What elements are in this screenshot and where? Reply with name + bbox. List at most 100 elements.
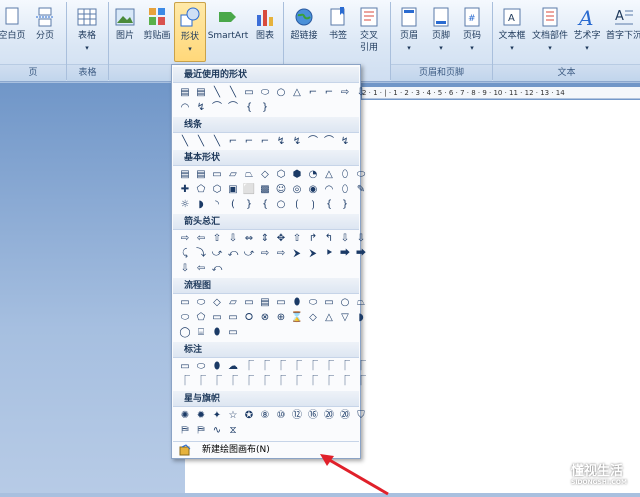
shape-item[interactable]: ⇔ (242, 232, 256, 246)
shape-item[interactable]: ⇨ (178, 232, 192, 246)
shape-item[interactable]: ✪ (242, 409, 256, 423)
shape-item[interactable]: ⇦ (194, 232, 208, 246)
shape-item[interactable]: ⧖ (226, 424, 240, 438)
shape-item[interactable]: ◇ (210, 296, 224, 310)
shape-item[interactable]: ☺ (274, 183, 288, 197)
shape-item[interactable]: ⮞ (290, 247, 304, 261)
shape-item[interactable]: ⌐ (322, 86, 336, 100)
shape-item[interactable]: ( (226, 198, 240, 212)
shape-item[interactable]: ⎾ (338, 360, 352, 374)
shape-item[interactable]: ⬮ (210, 360, 224, 374)
shape-item[interactable]: ▭ (210, 311, 224, 325)
blank-page-button[interactable]: 空白页 (0, 6, 28, 42)
shape-item[interactable]: ⌐ (226, 135, 240, 149)
shape-item[interactable]: ▭ (322, 296, 336, 310)
shape-item[interactable]: ⬭ (306, 296, 320, 310)
clip-art-button[interactable]: 剪贴画 (141, 6, 173, 42)
shape-item[interactable]: ⬯ (338, 183, 352, 197)
shape-item[interactable]: ⌒ (322, 135, 336, 149)
shape-item[interactable]: ☁ (226, 360, 240, 374)
shape-item[interactable]: ⎾ (258, 375, 272, 389)
shape-item[interactable]: ✚ (178, 183, 192, 197)
shape-item[interactable]: ⮕ (338, 247, 352, 261)
shape-item[interactable]: ⬮ (290, 296, 304, 310)
shape-item[interactable]: ▭ (242, 86, 256, 100)
shape-item[interactable]: ⬭ (194, 360, 208, 374)
shape-item[interactable]: ⬭ (178, 311, 192, 325)
shape-item[interactable]: ⎾ (258, 360, 272, 374)
shape-item[interactable]: ⬡ (210, 183, 224, 197)
shape-item[interactable]: ⑫ (290, 409, 304, 423)
shape-item[interactable]: ◇ (306, 311, 320, 325)
shape-item[interactable]: ⎾ (290, 375, 304, 389)
shape-item[interactable]: ▭ (178, 360, 192, 374)
shape-item[interactable]: ⌒ (226, 101, 240, 115)
shape-item[interactable]: ⎾ (338, 375, 352, 389)
shape-item[interactable]: ⬭ (354, 168, 368, 182)
shape-item[interactable]: ▭ (210, 168, 224, 182)
shape-item[interactable]: △ (322, 311, 336, 325)
shape-item[interactable]: ▩ (258, 183, 272, 197)
shape-item[interactable]: ⇨ (338, 86, 352, 100)
shape-item[interactable]: ↰ (322, 232, 336, 246)
shape-item[interactable]: ✺ (178, 409, 192, 423)
shape-item[interactable]: } (242, 198, 256, 212)
smartart-button[interactable]: SmartArt (207, 6, 249, 42)
shape-item[interactable]: ⌐ (258, 135, 272, 149)
shape-item[interactable]: ○ (274, 198, 288, 212)
shape-item[interactable]: ◗ (194, 198, 208, 212)
shape-item[interactable]: ⎾ (306, 375, 320, 389)
shape-item[interactable]: △ (322, 168, 336, 182)
shape-item[interactable]: ○ (338, 296, 352, 310)
shape-item[interactable]: ▽ (338, 311, 352, 325)
page-break-button[interactable]: 分页 (30, 6, 60, 42)
shape-item[interactable]: ◇ (258, 168, 272, 182)
shape-item[interactable]: ╲ (226, 86, 240, 100)
shape-item[interactable]: ↯ (194, 101, 208, 115)
shape-item[interactable]: ⎾ (274, 360, 288, 374)
shape-item[interactable]: ╲ (210, 86, 224, 100)
shape-item[interactable]: ⇧ (290, 232, 304, 246)
shape-item[interactable]: ⇩ (226, 232, 240, 246)
bookmark-button[interactable]: 书签 (324, 6, 352, 42)
shape-item[interactable]: ◎ (290, 183, 304, 197)
shape-item[interactable]: ▤ (178, 86, 192, 100)
shape-item[interactable]: ✥ (274, 232, 288, 246)
shape-item[interactable]: ⤻ (210, 247, 224, 261)
shape-item[interactable]: ╲ (194, 135, 208, 149)
shape-item[interactable]: ▤ (178, 168, 192, 182)
quick-parts-button[interactable]: 文档部件 ▾ (530, 6, 570, 54)
shape-item[interactable]: ◠ (322, 183, 336, 197)
shape-item[interactable]: ◯ (178, 326, 192, 340)
shape-item[interactable]: ⊕ (274, 311, 288, 325)
shape-item[interactable]: ⇨ (258, 247, 272, 261)
shape-item[interactable]: ⇕ (258, 232, 272, 246)
shape-item[interactable]: ⇩ (354, 232, 368, 246)
shape-item[interactable]: { (242, 101, 256, 115)
shape-item[interactable]: ▱ (226, 168, 240, 182)
footer-button[interactable]: 页脚 ▾ (427, 6, 455, 54)
shape-item[interactable]: } (258, 101, 272, 115)
shape-item[interactable]: ⎾ (306, 360, 320, 374)
shape-item[interactable]: ╲ (210, 135, 224, 149)
shape-item[interactable]: ⇩ (354, 86, 368, 100)
shape-item[interactable]: ⎾ (322, 375, 336, 389)
chart-button[interactable]: 图表 (252, 6, 278, 42)
table-button[interactable]: 表格 ▾ (71, 6, 103, 54)
shape-item[interactable]: ∿ (210, 424, 224, 438)
shape-item[interactable]: ⮕ (354, 247, 368, 261)
shape-item[interactable]: ⇦ (194, 262, 208, 276)
shape-item[interactable]: ◝ (210, 198, 224, 212)
text-box-button[interactable]: A 文本框 ▾ (495, 6, 529, 54)
shape-item[interactable]: { (258, 198, 272, 212)
shape-item[interactable]: ◗ (354, 311, 368, 325)
shape-item[interactable]: } (338, 198, 352, 212)
drop-cap-button[interactable]: A 首字下沉 (604, 6, 640, 42)
shape-item[interactable]: ▭ (226, 326, 240, 340)
shape-item[interactable]: ⟯ (306, 198, 320, 212)
shape-item[interactable]: ⑧ (258, 409, 272, 423)
shape-item[interactable]: ◉ (306, 183, 320, 197)
shape-item[interactable]: ▤ (194, 168, 208, 182)
shape-item[interactable]: ⎾ (322, 360, 336, 374)
shape-item[interactable]: ⇩ (338, 232, 352, 246)
